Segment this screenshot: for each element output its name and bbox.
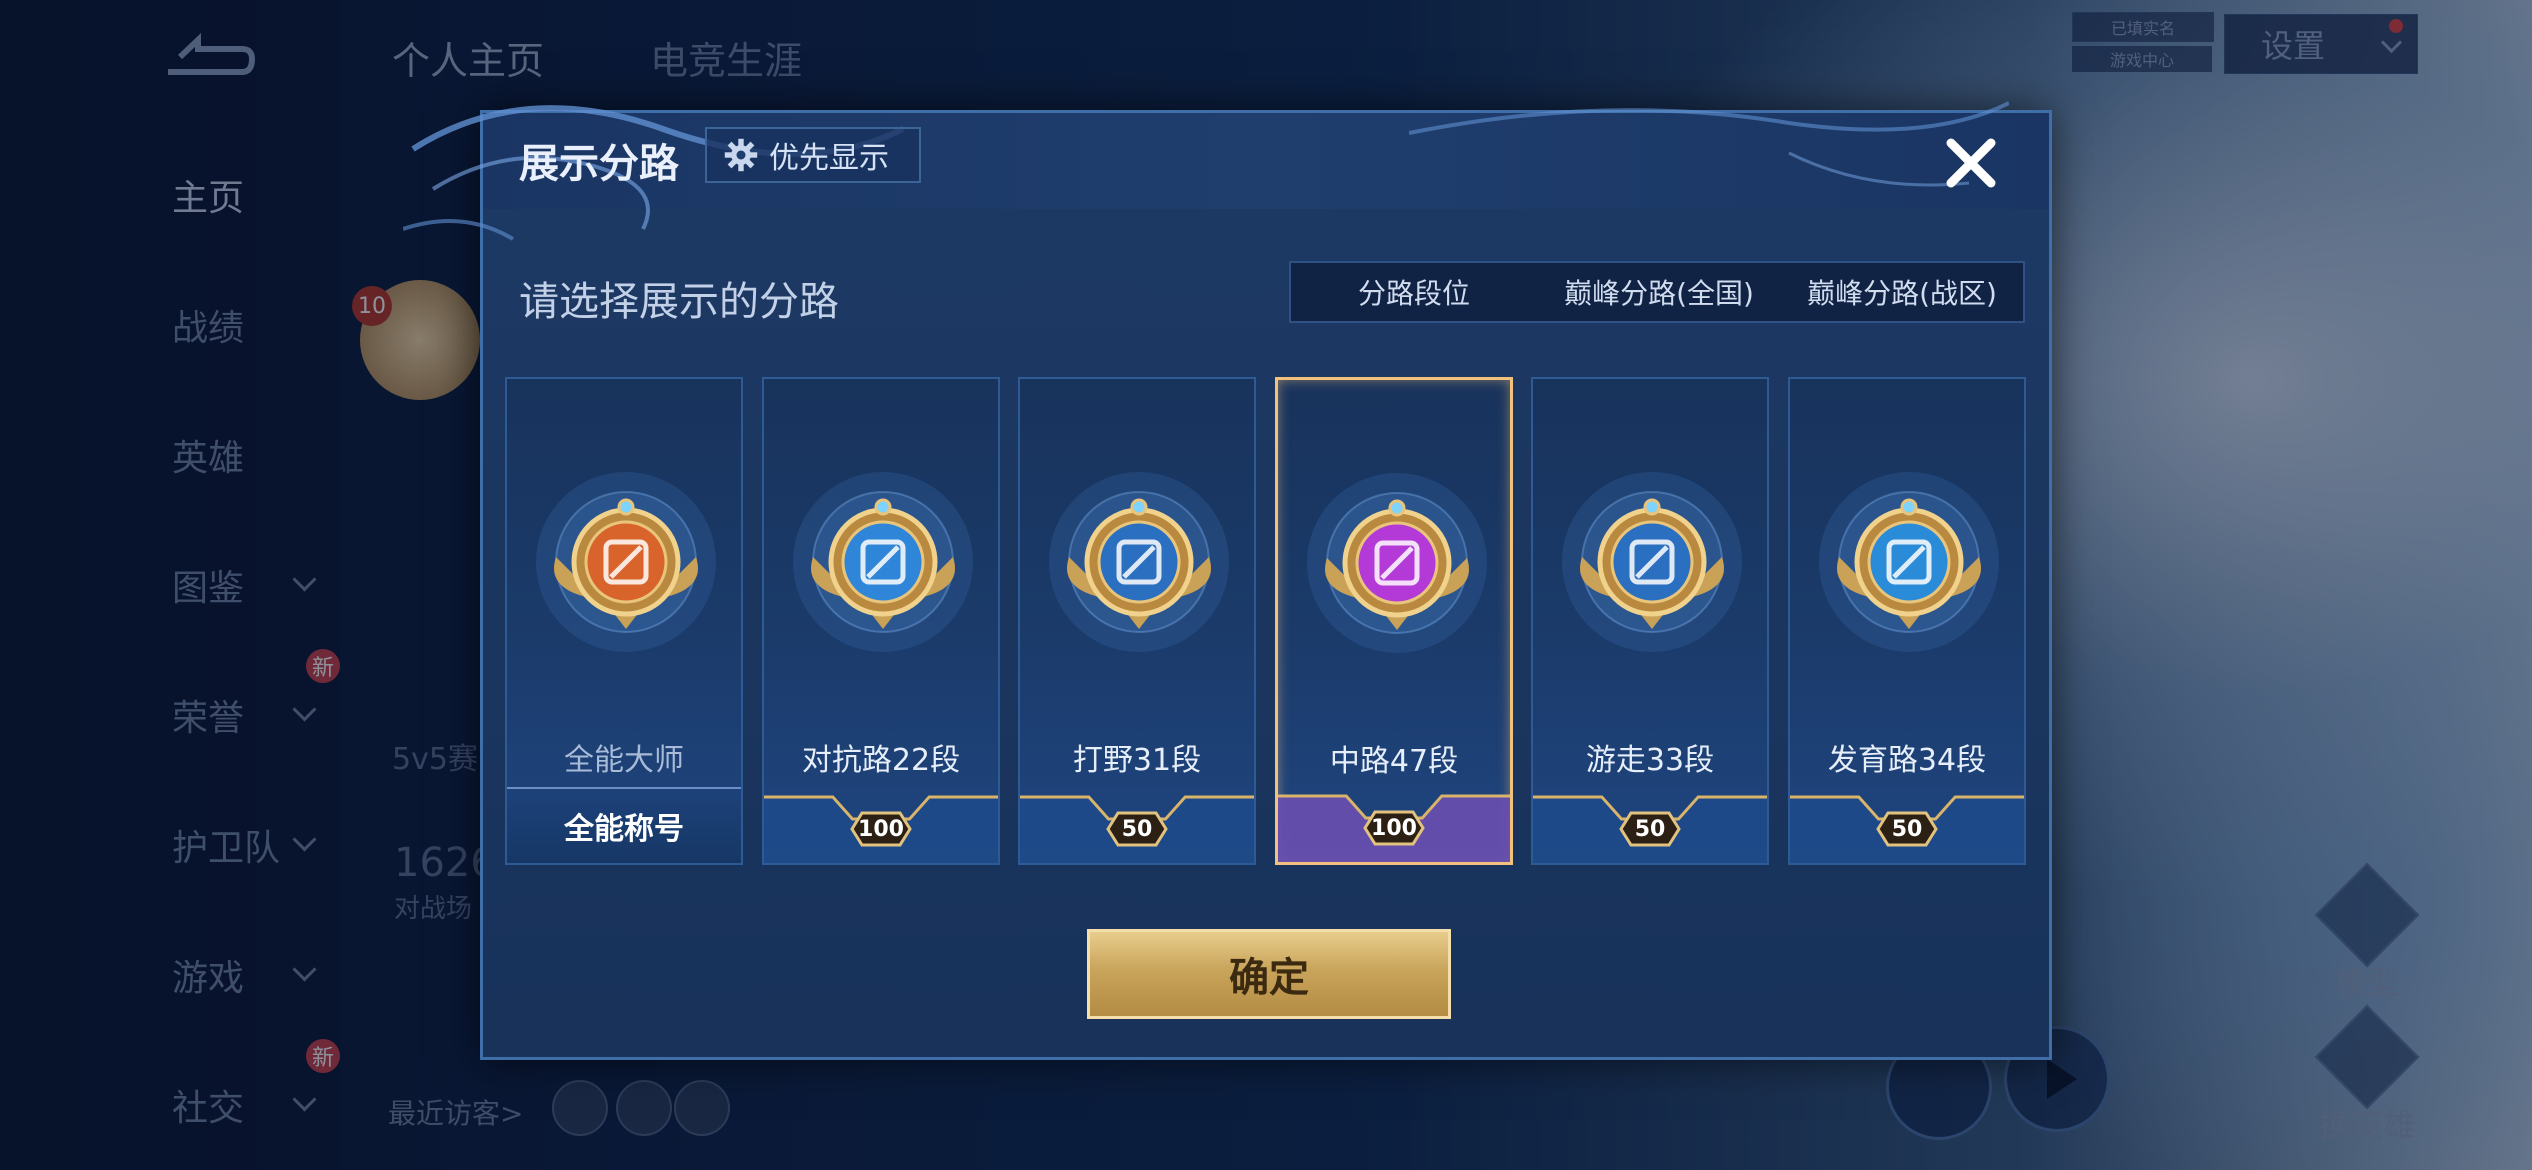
dialog-subtitle: 请选择展示的分路	[519, 279, 839, 325]
dialog-title: 展示分路	[519, 141, 679, 187]
mid-lane-icon	[1307, 473, 1487, 653]
lane-score-badge: 100	[844, 809, 918, 849]
lane-score-badge: 50	[1100, 809, 1174, 849]
lane-card-title: 游走33段	[1585, 743, 1715, 778]
tab-lane-rank[interactable]: 分路段位	[1291, 263, 1537, 321]
lane-score-value: 50	[1634, 816, 1666, 842]
allround-master-icon	[536, 472, 716, 652]
lane-card[interactable]: 发育路34段 50	[1788, 377, 2026, 865]
priority-display-button[interactable]: 优先显示	[705, 127, 921, 183]
lane-score-value: 100	[858, 816, 904, 842]
lane-score-value: 50	[1121, 816, 1153, 842]
lane-card-title: 对抗路22段	[801, 743, 961, 778]
lane-type-segmented-control: 分路段位 巅峰分路(全国) 巅峰分路(战区)	[1289, 261, 2025, 323]
lane-score-badge: 50	[1613, 809, 1687, 849]
close-icon[interactable]	[1939, 131, 2003, 195]
lane-card[interactable]: 全能大师 全能称号	[505, 377, 743, 865]
clash-lane-icon	[793, 472, 973, 652]
roam-icon	[1562, 472, 1742, 652]
lane-card-title: 中路47段	[1329, 744, 1459, 779]
tab-peak-lane-region[interactable]: 巅峰分路(战区)	[1781, 263, 2023, 321]
priority-display-label: 优先显示	[769, 141, 889, 176]
lane-card-footer-title: 全能称号	[507, 787, 741, 863]
lane-card[interactable]: 游走33段 50	[1531, 377, 1769, 865]
confirm-button[interactable]: 确定	[1087, 929, 1451, 1019]
jungle-icon	[1049, 472, 1229, 652]
farm-lane-icon	[1819, 472, 1999, 652]
lane-score-value: 50	[1891, 816, 1923, 842]
lane-card-title: 发育路34段	[1827, 743, 1987, 778]
lane-score-badge: 100	[1357, 808, 1431, 848]
lane-card-title: 打野31段	[1072, 743, 1202, 778]
lane-card-title: 全能大师	[564, 743, 684, 778]
lane-card[interactable]: 中路47段 100	[1275, 377, 1513, 865]
lane-display-dialog: 展示分路 优先显示 请选择展示的分路 分路段位 巅峰分路(全国) 巅峰分路(战区…	[403, 101, 2052, 1060]
lane-card[interactable]: 对抗路22段 100	[762, 377, 1000, 865]
tab-peak-lane-national[interactable]: 巅峰分路(全国)	[1537, 263, 1781, 321]
lane-card[interactable]: 打野31段 50	[1018, 377, 1256, 865]
lane-score-badge: 50	[1870, 809, 1944, 849]
gear-icon	[724, 138, 758, 172]
decorative-swirl	[1409, 101, 2009, 187]
lane-score-value: 100	[1371, 815, 1417, 841]
